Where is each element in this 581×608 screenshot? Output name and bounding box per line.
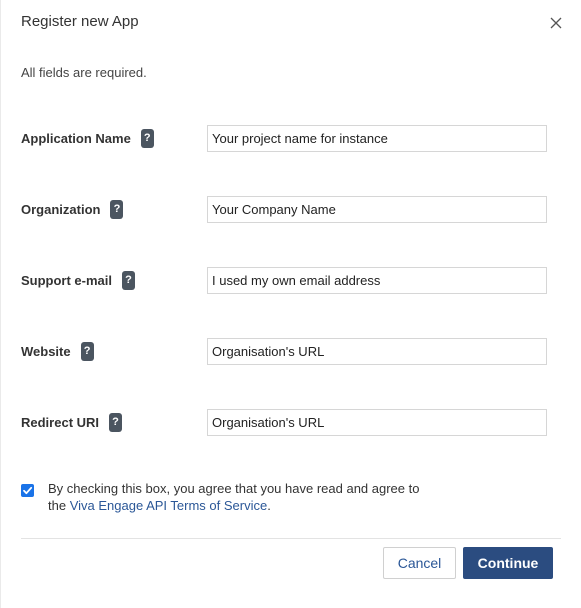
field-redirect-uri: Redirect URI ?	[21, 409, 547, 436]
field-website: Website ?	[21, 338, 547, 365]
organization-label: Organization	[21, 202, 101, 217]
terms-checkbox[interactable]	[21, 484, 34, 497]
field-organization: Organization ?	[21, 196, 547, 223]
website-input[interactable]	[207, 338, 547, 365]
field-label: Organization ?	[21, 200, 124, 219]
continue-button[interactable]: Continue	[463, 547, 553, 579]
checkmark-icon	[23, 486, 33, 495]
help-icon[interactable]: ?	[140, 129, 154, 148]
terms-text: By checking this box, you agree that you…	[48, 480, 428, 514]
close-icon	[550, 17, 562, 29]
cancel-button[interactable]: Cancel	[383, 547, 456, 579]
required-note: All fields are required.	[21, 65, 147, 80]
terms-of-service-link[interactable]: Viva Engage API Terms of Service	[70, 498, 268, 513]
field-label: Website ?	[21, 342, 94, 361]
field-label: Application Name ?	[21, 129, 154, 148]
redirect-uri-label: Redirect URI	[21, 415, 100, 430]
field-support-email: Support e-mail ?	[21, 267, 547, 294]
field-label: Redirect URI ?	[21, 413, 123, 432]
redirect-uri-input[interactable]	[207, 409, 547, 436]
support-email-input[interactable]	[207, 267, 547, 294]
dialog-border	[0, 0, 1, 608]
help-icon[interactable]: ?	[110, 200, 124, 219]
field-application-name: Application Name ?	[21, 125, 547, 152]
register-app-dialog: Register new App All fields are required…	[0, 0, 581, 608]
footer-divider	[21, 538, 561, 539]
application-name-input[interactable]	[207, 125, 547, 152]
help-icon[interactable]: ?	[80, 342, 94, 361]
website-label: Website	[21, 344, 71, 359]
terms-text-after: .	[267, 498, 271, 513]
application-name-label: Application Name	[21, 131, 131, 146]
support-email-label: Support e-mail	[21, 273, 113, 288]
close-button[interactable]	[549, 16, 563, 30]
dialog-title: Register new App	[21, 13, 139, 30]
help-icon[interactable]: ?	[109, 413, 123, 432]
organization-input[interactable]	[207, 196, 547, 223]
field-label: Support e-mail ?	[21, 271, 136, 290]
help-icon[interactable]: ?	[122, 271, 136, 290]
